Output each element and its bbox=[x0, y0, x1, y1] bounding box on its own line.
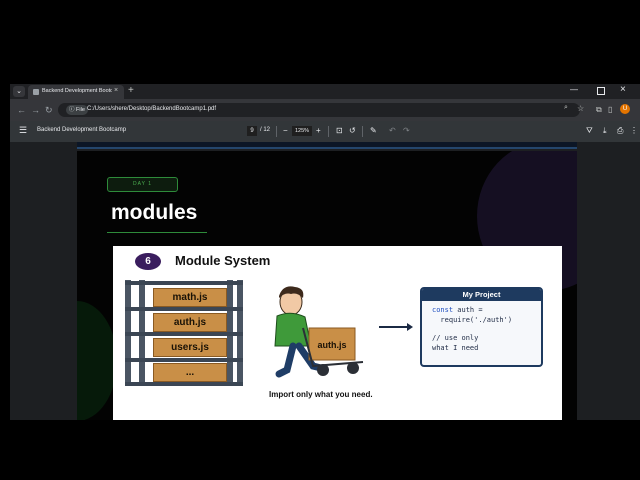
new-tab-icon[interactable]: + bbox=[128, 85, 134, 96]
site-info-chip[interactable]: ⓘ File bbox=[66, 105, 88, 115]
bookmark-star-icon[interactable]: ☆ bbox=[577, 104, 584, 113]
arrow-icon bbox=[379, 323, 413, 331]
print-icon[interactable]: ⎙ bbox=[617, 125, 623, 137]
page-number-input[interactable]: 9 bbox=[247, 126, 257, 136]
pdf-viewer[interactable]: DAY 1 modules 6 Module System math.js au… bbox=[10, 142, 640, 420]
reload-icon[interactable]: ↻ bbox=[45, 103, 53, 117]
back-icon[interactable]: ← bbox=[17, 103, 26, 117]
fit-page-icon[interactable]: ⊡ bbox=[336, 125, 343, 137]
undo-icon[interactable]: ↶ bbox=[389, 125, 396, 137]
annotate-pen-icon[interactable]: ✎ bbox=[370, 125, 377, 137]
code-line: const auth = bbox=[432, 306, 483, 314]
redo-icon[interactable]: ↷ bbox=[403, 125, 410, 137]
module-shelf-illustration: math.js auth.js users.js ... bbox=[125, 280, 243, 386]
tab-strip: ⌄ Backend Development Bootcamp × + — × bbox=[10, 84, 640, 99]
address-bar[interactable]: ⓘ File C:/Users/shere/Desktop/BackendBoo… bbox=[58, 103, 584, 117]
side-panel-icon[interactable]: ▯ bbox=[608, 104, 612, 116]
heading-underline bbox=[107, 232, 207, 233]
slide-caption: Import only what you need. bbox=[269, 390, 373, 399]
url-text[interactable]: C:/Users/shere/Desktop/BackendBootcamp1.… bbox=[87, 106, 216, 112]
module-system-slide: 6 Module System math.js auth.js users.js… bbox=[113, 246, 562, 420]
browser-window: ⌄ Backend Development Bootcamp × + — × ←… bbox=[10, 84, 640, 420]
slide-number-badge: 6 bbox=[135, 253, 161, 270]
shelf-beam bbox=[125, 332, 243, 336]
page-heading: modules bbox=[111, 201, 198, 224]
person-with-cart-illustration: auth.js bbox=[274, 286, 364, 378]
shelf-beam bbox=[125, 382, 243, 386]
card-title: My Project bbox=[422, 289, 541, 301]
zoom-lens-icon[interactable]: ⌕ bbox=[564, 104, 568, 112]
toolbar-divider bbox=[276, 126, 277, 137]
zoom-out-icon[interactable]: − bbox=[283, 125, 288, 137]
pdf-document-title: Backend Development Bootcamp bbox=[37, 127, 127, 133]
download-icon[interactable]: ⤓ bbox=[603, 125, 607, 137]
code-comment: what I need bbox=[432, 344, 479, 352]
more-options-icon[interactable]: ⋮ bbox=[630, 125, 638, 137]
background-glow bbox=[77, 301, 117, 420]
day-badge: DAY 1 bbox=[107, 177, 178, 192]
rotate-icon[interactable]: ↺ bbox=[349, 125, 356, 137]
shelf-beam bbox=[125, 307, 243, 311]
close-window-icon[interactable]: × bbox=[620, 84, 626, 95]
shelf-beam bbox=[125, 281, 243, 285]
tab-active[interactable]: Backend Development Bootcamp × bbox=[28, 85, 124, 99]
tab-search-icon[interactable]: ⌄ bbox=[13, 86, 25, 97]
my-project-card: My Project const auth = require('./auth'… bbox=[420, 287, 543, 367]
extensions-icon[interactable]: ⧉ bbox=[596, 104, 602, 116]
zoom-in-icon[interactable]: + bbox=[316, 125, 321, 137]
tab-title: Backend Development Bootcamp bbox=[42, 88, 112, 94]
toolbar-divider bbox=[328, 126, 329, 137]
code-keyword: const bbox=[432, 306, 454, 314]
minimize-icon[interactable]: — bbox=[570, 85, 578, 94]
forward-icon[interactable]: → bbox=[31, 103, 40, 117]
maximize-icon[interactable] bbox=[597, 87, 605, 95]
shelf-beam bbox=[125, 358, 243, 362]
file-chip-label: File bbox=[76, 107, 85, 113]
pdf-favicon-icon bbox=[33, 89, 39, 95]
pdf-toolbar: ☰ Backend Development Bootcamp 9 / 12 − … bbox=[10, 121, 640, 142]
slide-title: Module System bbox=[175, 253, 271, 268]
code-text: auth = bbox=[453, 306, 483, 314]
profile-avatar[interactable]: U bbox=[620, 104, 630, 114]
pdf-page: DAY 1 modules 6 Module System math.js au… bbox=[77, 151, 577, 420]
navigation-bar: ← → ↻ ⓘ File C:/Users/shere/Desktop/Back… bbox=[10, 99, 640, 121]
shelf-box-users: users.js bbox=[153, 338, 227, 357]
page-total: / 12 bbox=[260, 127, 271, 133]
shelf-box-math: math.js bbox=[153, 288, 227, 307]
toolbar-divider bbox=[362, 126, 363, 137]
menu-icon[interactable]: ☰ bbox=[19, 125, 27, 136]
save-annotations-icon[interactable]: ⛛ bbox=[586, 125, 593, 137]
tab-close-icon[interactable]: × bbox=[114, 87, 118, 94]
previous-page-edge bbox=[77, 142, 577, 149]
zoom-level-input[interactable]: 125% bbox=[292, 126, 312, 136]
code-line: require('./auth') bbox=[432, 316, 513, 324]
code-comment: // use only bbox=[432, 334, 479, 342]
shelf-box-more: ... bbox=[153, 363, 227, 382]
cart-box-label: auth.js bbox=[317, 340, 346, 350]
shelf-box-auth: auth.js bbox=[153, 313, 227, 332]
